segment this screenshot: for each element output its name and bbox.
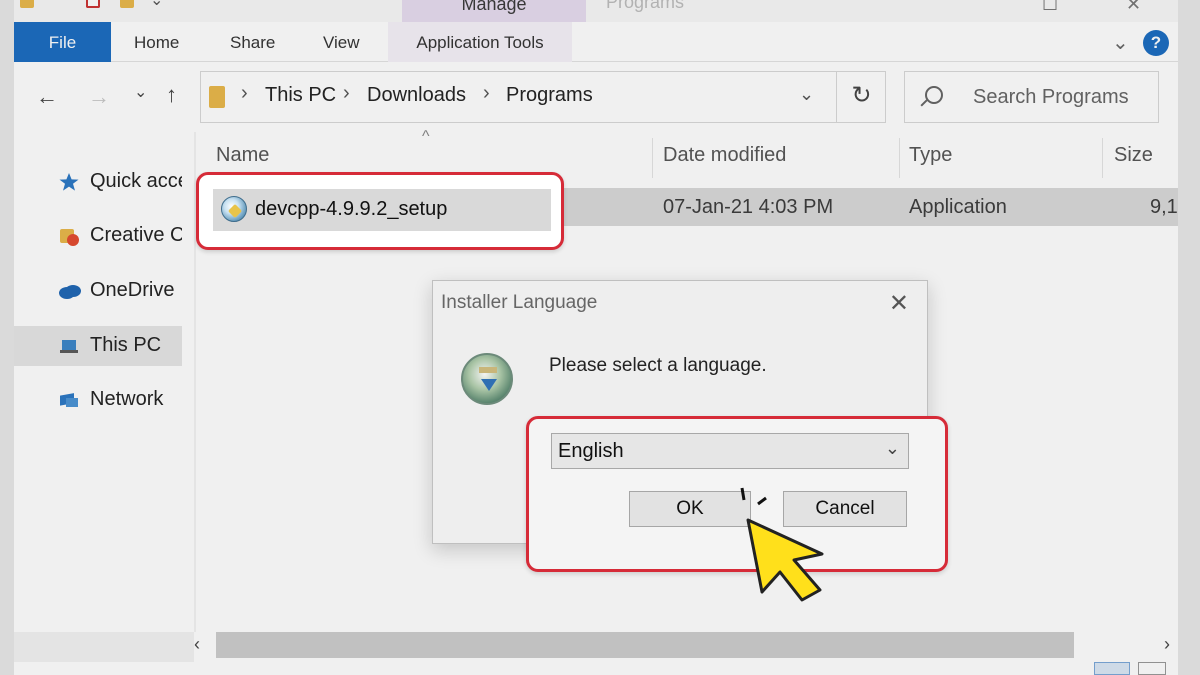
click-pointer-icon [740, 487, 824, 602]
chevron-down-icon[interactable]: ⌄ [885, 438, 900, 459]
dialog-title: Installer Language [441, 292, 598, 313]
language-dropdown-value: English [558, 440, 624, 462]
close-icon[interactable]: ✕ [889, 289, 909, 318]
language-dropdown[interactable]: English ⌄ [551, 433, 909, 469]
installer-disc-icon [461, 353, 513, 405]
installer-app-icon [221, 196, 247, 222]
file-name: devcpp-4.9.9.2_setup [255, 198, 448, 220]
highlighted-file-item[interactable]: devcpp-4.9.9.2_setup [196, 172, 564, 250]
selected-file-row[interactable]: devcpp-4.9.9.2_setup [213, 189, 551, 231]
ok-button[interactable]: OK [629, 491, 751, 527]
dialog-message: Please select a language. [549, 355, 767, 376]
